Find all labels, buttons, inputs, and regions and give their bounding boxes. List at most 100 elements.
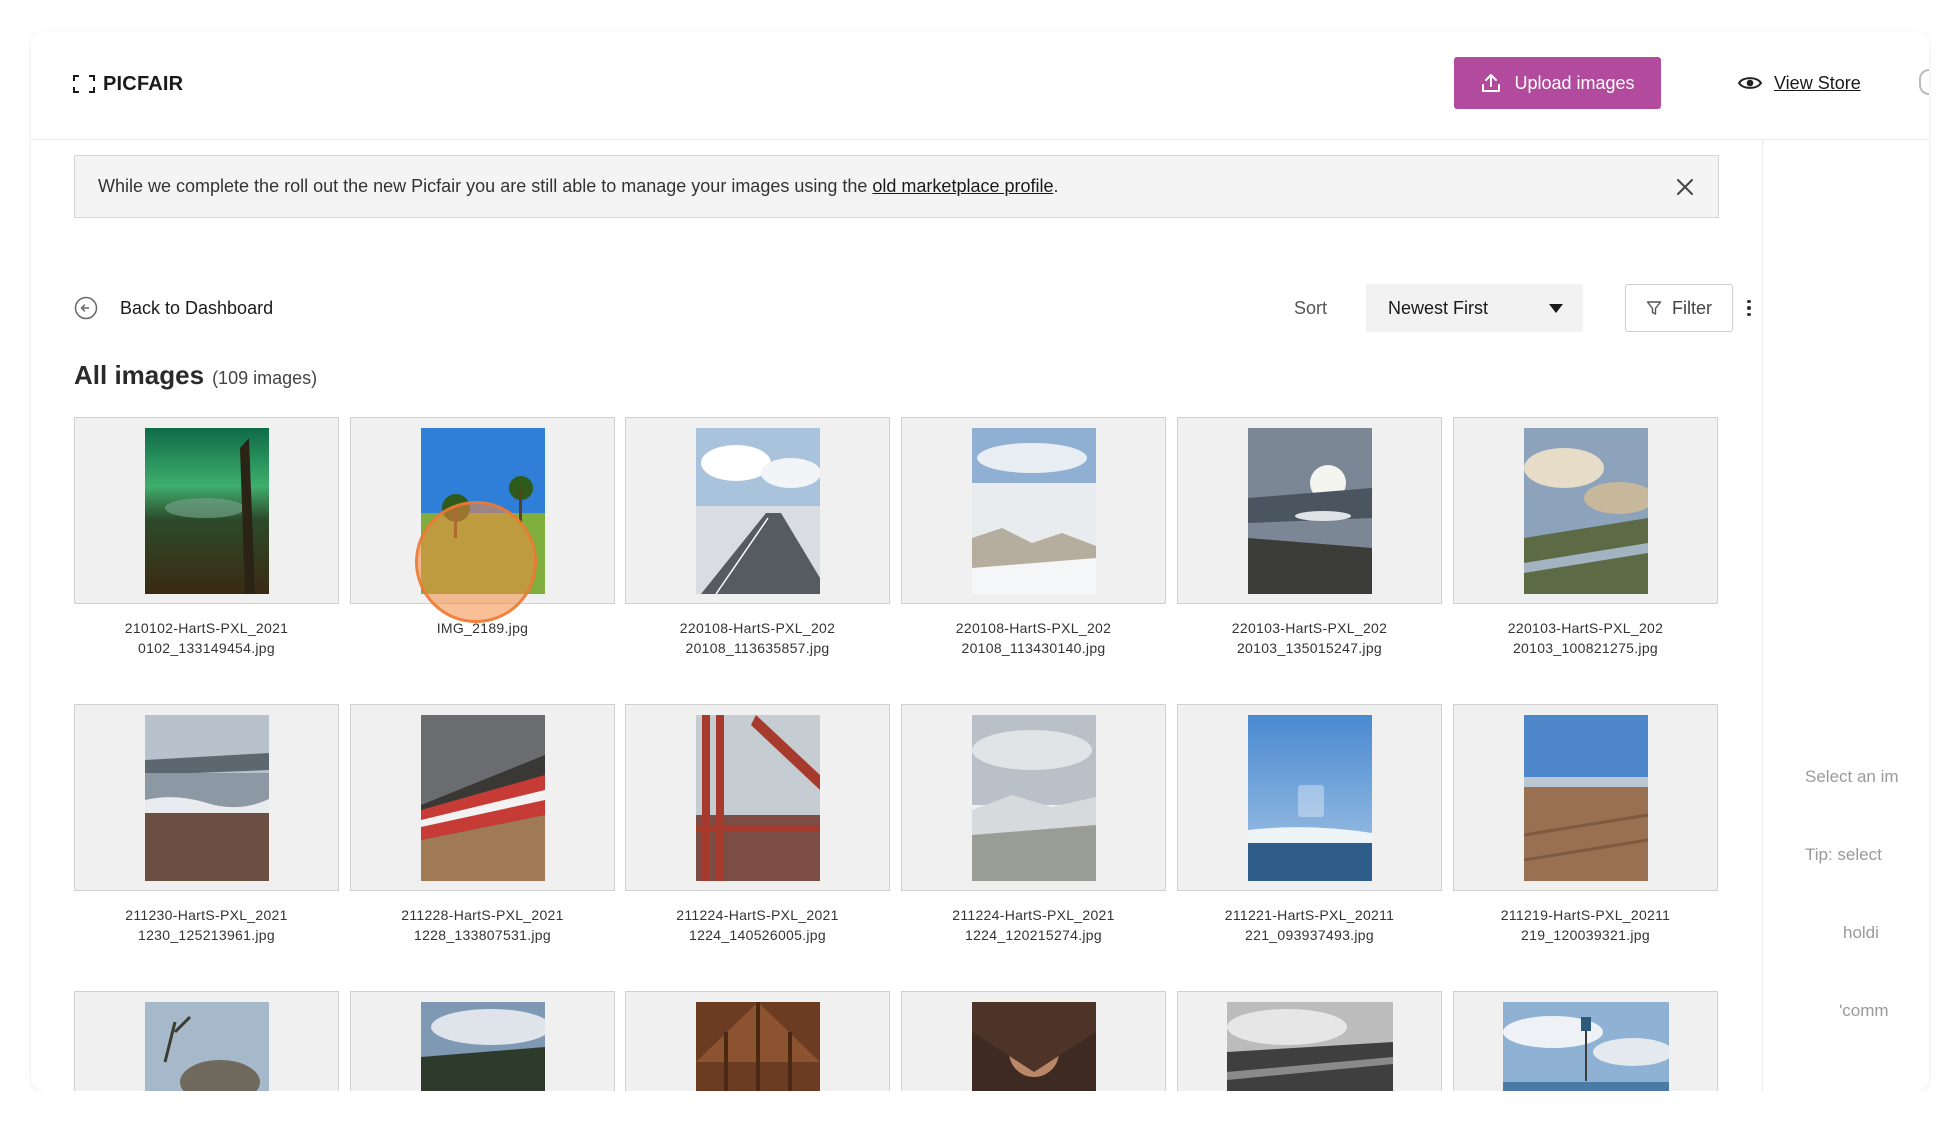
selection-hint-line: Select an im — [1805, 767, 1899, 786]
image-frame — [1177, 417, 1442, 604]
eye-icon — [1738, 77, 1762, 89]
view-store-link[interactable]: View Store — [1738, 68, 1861, 98]
filename-line: 211224-HartS-PXL_2021 — [676, 907, 839, 923]
filter-button[interactable]: Filter — [1625, 284, 1733, 332]
image-filename: 211224-HartS-PXL_2021 1224_120215274.jpg — [901, 905, 1166, 945]
back-to-dashboard-label: Back to Dashboard — [120, 297, 274, 318]
logo-text: PICFAIR — [103, 72, 184, 95]
click-indicator — [415, 501, 537, 623]
image-thumbnail — [420, 715, 545, 881]
filename-line: 211221-HartS-PXL_20211 — [1224, 907, 1395, 923]
image-thumbnail — [1247, 428, 1372, 594]
bottom-canvas — [0, 1091, 1960, 1126]
image-filename: 211228-HartS-PXL_2021 1228_133807531.jpg — [350, 905, 615, 945]
selection-hint: Select an im Tip: select holdi 'comm — [1805, 712, 1929, 1076]
account-menu-icon[interactable] — [1919, 69, 1929, 95]
filename-line: 211219-HartS-PXL_20211 — [1500, 907, 1671, 923]
image-frame — [350, 704, 615, 891]
filename-line: 20103_135015247.jpg — [1236, 640, 1383, 656]
top-bar: PICFAIR Upload images View Store — [31, 31, 1929, 140]
banner-text: While we complete the roll out the new P… — [98, 176, 1059, 197]
image-frame — [901, 417, 1166, 604]
upload-images-label: Upload images — [1514, 72, 1635, 93]
image-filename: 211230-HartS-PXL_2021 1230_125213961.jpg — [74, 905, 339, 945]
image-filename: 211224-HartS-PXL_2021 1224_140526005.jpg — [625, 905, 890, 945]
image-tile[interactable]: 211224-HartS-PXL_2021 1224_140526005.jpg — [625, 704, 890, 945]
image-frame — [1177, 704, 1442, 891]
sort-value: Newest First — [1388, 297, 1489, 318]
filename-line: 0102_133149454.jpg — [138, 640, 275, 656]
filename-line: 211230-HartS-PXL_2021 — [125, 907, 288, 923]
sort-dropdown[interactable]: Newest First — [1366, 284, 1583, 332]
image-tile[interactable]: 211228-HartS-PXL_2021 1228_133807531.jpg — [350, 704, 615, 945]
image-thumbnail — [1247, 715, 1372, 881]
banner-suffix: . — [1053, 176, 1059, 196]
filename-line: 20103_100821275.jpg — [1512, 640, 1659, 656]
image-thumbnail — [971, 715, 1096, 881]
image-frame — [901, 704, 1166, 891]
image-thumbnail — [695, 715, 820, 881]
image-thumbnail — [971, 428, 1096, 594]
image-filename: 220108-HartS-PXL_202 20108_113635857.jpg — [625, 618, 890, 658]
picfair-logo[interactable]: PICFAIR — [73, 69, 183, 99]
filename-line: 1230_125213961.jpg — [138, 927, 275, 943]
image-thumbnail — [144, 428, 269, 594]
filename-line: 20108_113635857.jpg — [685, 640, 830, 656]
banner-message: While we complete the roll out the new P… — [98, 176, 873, 196]
image-filename: 211221-HartS-PXL_20211 221_093937493.jpg — [1177, 905, 1442, 945]
filename-line: 211228-HartS-PXL_2021 — [401, 907, 564, 923]
selection-hint-line: Tip: select — [1805, 845, 1882, 864]
image-tile[interactable]: 220108-HartS-PXL_202 20108_113430140.jpg — [901, 417, 1166, 658]
filter-icon — [1646, 301, 1662, 315]
filename-line: 211224-HartS-PXL_2021 — [952, 907, 1115, 923]
notice-banner: While we complete the roll out the new P… — [74, 155, 1719, 218]
filename-line: 220103-HartS-PXL_202 — [1231, 620, 1388, 636]
filter-label: Filter — [1672, 297, 1712, 318]
filename-line: 1224_140526005.jpg — [689, 927, 826, 943]
close-icon[interactable] — [1674, 176, 1696, 198]
image-thumbnail — [1523, 428, 1648, 594]
view-store-label: View Store — [1774, 72, 1861, 93]
image-thumbnail — [144, 715, 269, 881]
filename-line: 1224_120215274.jpg — [965, 927, 1102, 943]
back-to-dashboard-link[interactable]: Back to Dashboard — [74, 284, 273, 332]
image-tile[interactable]: 220103-HartS-PXL_202 20103_100821275.jpg — [1453, 417, 1718, 658]
image-filename: 220103-HartS-PXL_202 20103_100821275.jpg — [1453, 618, 1718, 658]
sort-label: Sort — [1294, 298, 1328, 318]
image-frame — [1453, 417, 1718, 604]
filename-line: 220103-HartS-PXL_202 — [1507, 620, 1664, 636]
image-filename: 211219-HartS-PXL_20211 219_120039321.jpg — [1453, 905, 1718, 945]
caret-down-icon — [1549, 304, 1563, 313]
filename-line: 210102-HartS-PXL_2021 — [124, 620, 289, 636]
filename-line: 220108-HartS-PXL_202 — [955, 620, 1112, 636]
image-filename: 220108-HartS-PXL_202 20108_113430140.jpg — [901, 618, 1166, 658]
image-frame — [625, 417, 890, 604]
image-tile[interactable]: 220108-HartS-PXL_202 20108_113635857.jpg — [625, 417, 890, 658]
image-tile[interactable]: 210102-HartS-PXL_2021 0102_133149454.jpg — [74, 417, 339, 658]
image-count: (109 images) — [212, 368, 318, 388]
image-frame — [1453, 704, 1718, 891]
filename-line: 20108_113430140.jpg — [961, 640, 1106, 656]
image-tile[interactable]: 220103-HartS-PXL_202 20103_135015247.jpg — [1177, 417, 1442, 658]
upload-images-button[interactable]: Upload images — [1454, 57, 1661, 109]
filename-line: 220108-HartS-PXL_202 — [679, 620, 836, 636]
image-thumbnail — [1523, 715, 1648, 881]
page-title-text: All images — [74, 360, 205, 390]
selection-hint-line: 'comm — [1839, 1001, 1889, 1020]
selection-hint-line: holdi — [1843, 923, 1879, 942]
logo-mark-icon — [73, 75, 95, 93]
image-frame — [74, 417, 339, 604]
image-tile[interactable]: 211221-HartS-PXL_20211 221_093937493.jpg — [1177, 704, 1442, 945]
image-thumbnail — [695, 428, 820, 594]
old-marketplace-link[interactable]: old marketplace profile — [872, 176, 1053, 196]
image-filename: 210102-HartS-PXL_2021 0102_133149454.jpg — [74, 618, 339, 658]
upload-icon — [1482, 74, 1501, 92]
image-tile[interactable]: 211224-HartS-PXL_2021 1224_120215274.jpg — [901, 704, 1166, 945]
image-frame — [625, 704, 890, 891]
filename-line: 221_093937493.jpg — [1245, 927, 1374, 943]
image-tile[interactable]: 211230-HartS-PXL_2021 1230_125213961.jpg — [74, 704, 339, 945]
image-filename: 220103-HartS-PXL_202 20103_135015247.jpg — [1177, 618, 1442, 658]
image-tile[interactable]: 211219-HartS-PXL_20211 219_120039321.jpg — [1453, 704, 1718, 945]
page-title: All images (109 images) — [74, 360, 317, 391]
more-options-icon[interactable] — [1736, 294, 1762, 322]
